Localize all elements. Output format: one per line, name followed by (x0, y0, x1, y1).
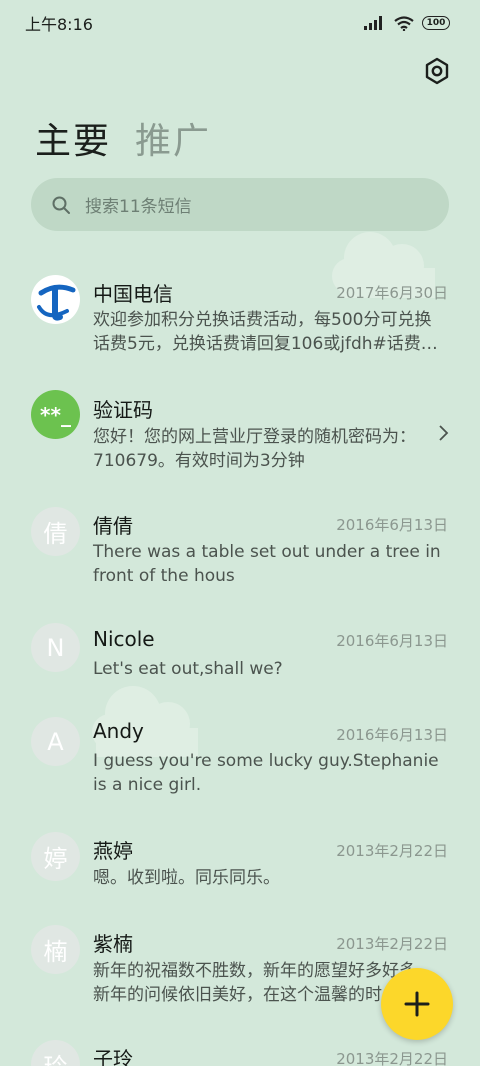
message-preview: 欢迎参加积分兑换话费活动，每500分可兑换话费5元，兑换话费请回复106或jfd… (93, 310, 438, 354)
avatar: 楠 (31, 925, 80, 974)
message-row-verification[interactable]: **_ 验证码 您好！您的网上营业厅登录的随机密码为：710679。有效时间为3… (0, 390, 480, 500)
sender-name: 紫楠 (93, 932, 133, 956)
message-preview: Let's eat out,shall we? (93, 659, 283, 679)
search-icon (52, 196, 70, 214)
message-row[interactable]: 玲 子玲 2013年2月22日 (0, 1040, 480, 1066)
message-preview: There was a table set out under a tree i… (93, 542, 441, 586)
battery-icon: 100 (422, 16, 450, 30)
message-date: 2017年6月30日 (336, 284, 448, 302)
message-date: 2013年2月22日 (336, 1050, 448, 1066)
search-bar[interactable]: 搜索11条短信 (31, 178, 449, 231)
message-date: 2016年6月13日 (336, 516, 448, 534)
wifi-icon (394, 15, 414, 31)
status-icons: 100 (364, 15, 450, 31)
avatar-initial: 倩 (43, 520, 68, 548)
avatar-initial: N (46, 633, 65, 662)
avatar-initial: 玲 (44, 1047, 68, 1066)
verification-code-icon: **_ (40, 402, 71, 427)
message-date: 2016年6月13日 (336, 632, 448, 650)
message-row[interactable]: A Andy 2016年6月13日 I guess you're some lu… (0, 715, 480, 825)
avatar-initial: A (47, 727, 64, 756)
compose-message-button[interactable] (381, 968, 453, 1040)
plus-icon (404, 991, 430, 1017)
tab-promotions[interactable]: 推广 (135, 112, 211, 164)
sender-name: 中国电信 (93, 282, 173, 306)
avatar: 婷 (31, 832, 80, 881)
sender-name: 燕婷 (93, 839, 133, 863)
message-preview: I guess you're some lucky guy.Stephanie … (93, 751, 439, 795)
tab-primary[interactable]: 主要 (35, 112, 111, 164)
message-preview: 您好！您的网上营业厅登录的随机密码为：710679。有效时间为3分钟 (93, 427, 416, 471)
status-bar: 上午8:16 100 (0, 0, 480, 46)
message-row[interactable]: 倩 倩倩 2016年6月13日 There was a table set ou… (0, 507, 480, 617)
tab-bar: 主要 推广 (35, 112, 211, 164)
avatar: 倩 (31, 507, 80, 556)
status-time: 上午8:16 (25, 15, 93, 34)
sender-name: Andy (93, 719, 144, 743)
avatar-initial: 楠 (43, 938, 68, 966)
search-placeholder: 搜索11条短信 (85, 197, 192, 217)
message-row[interactable]: N Nicole 2016年6月13日 Let's eat out,shall … (0, 623, 480, 713)
china-telecom-logo (36, 284, 75, 321)
sender-name: Nicole (93, 627, 155, 651)
message-date: 2016年6月13日 (336, 726, 448, 744)
sender-name: 验证码 (93, 398, 153, 422)
avatar: A (31, 717, 80, 766)
avatar: 玲 (31, 1040, 80, 1066)
message-date: 2013年2月22日 (336, 842, 448, 860)
signal-icon (364, 16, 382, 30)
sender-name: 子玲 (93, 1047, 133, 1066)
message-row[interactable]: 婷 燕婷 2013年2月22日 嗯。收到啦。同乐同乐。 (0, 832, 480, 922)
message-preview: 嗯。收到啦。同乐同乐。 (93, 868, 280, 888)
avatar-initial: 婷 (43, 845, 68, 873)
battery-level: 100 (426, 18, 446, 28)
avatar: N (31, 623, 80, 672)
sender-name: 倩倩 (93, 514, 133, 538)
message-date: 2013年2月22日 (336, 935, 448, 953)
avatar-verification: **_ (31, 390, 80, 439)
avatar-china-telecom (31, 275, 80, 324)
chevron-right-icon[interactable] (438, 424, 450, 442)
settings-hex-icon[interactable] (422, 56, 452, 86)
message-row-china-telecom[interactable]: 中国电信 2017年6月30日 欢迎参加积分兑换话费活动，每500分可兑换话费5… (0, 272, 480, 382)
